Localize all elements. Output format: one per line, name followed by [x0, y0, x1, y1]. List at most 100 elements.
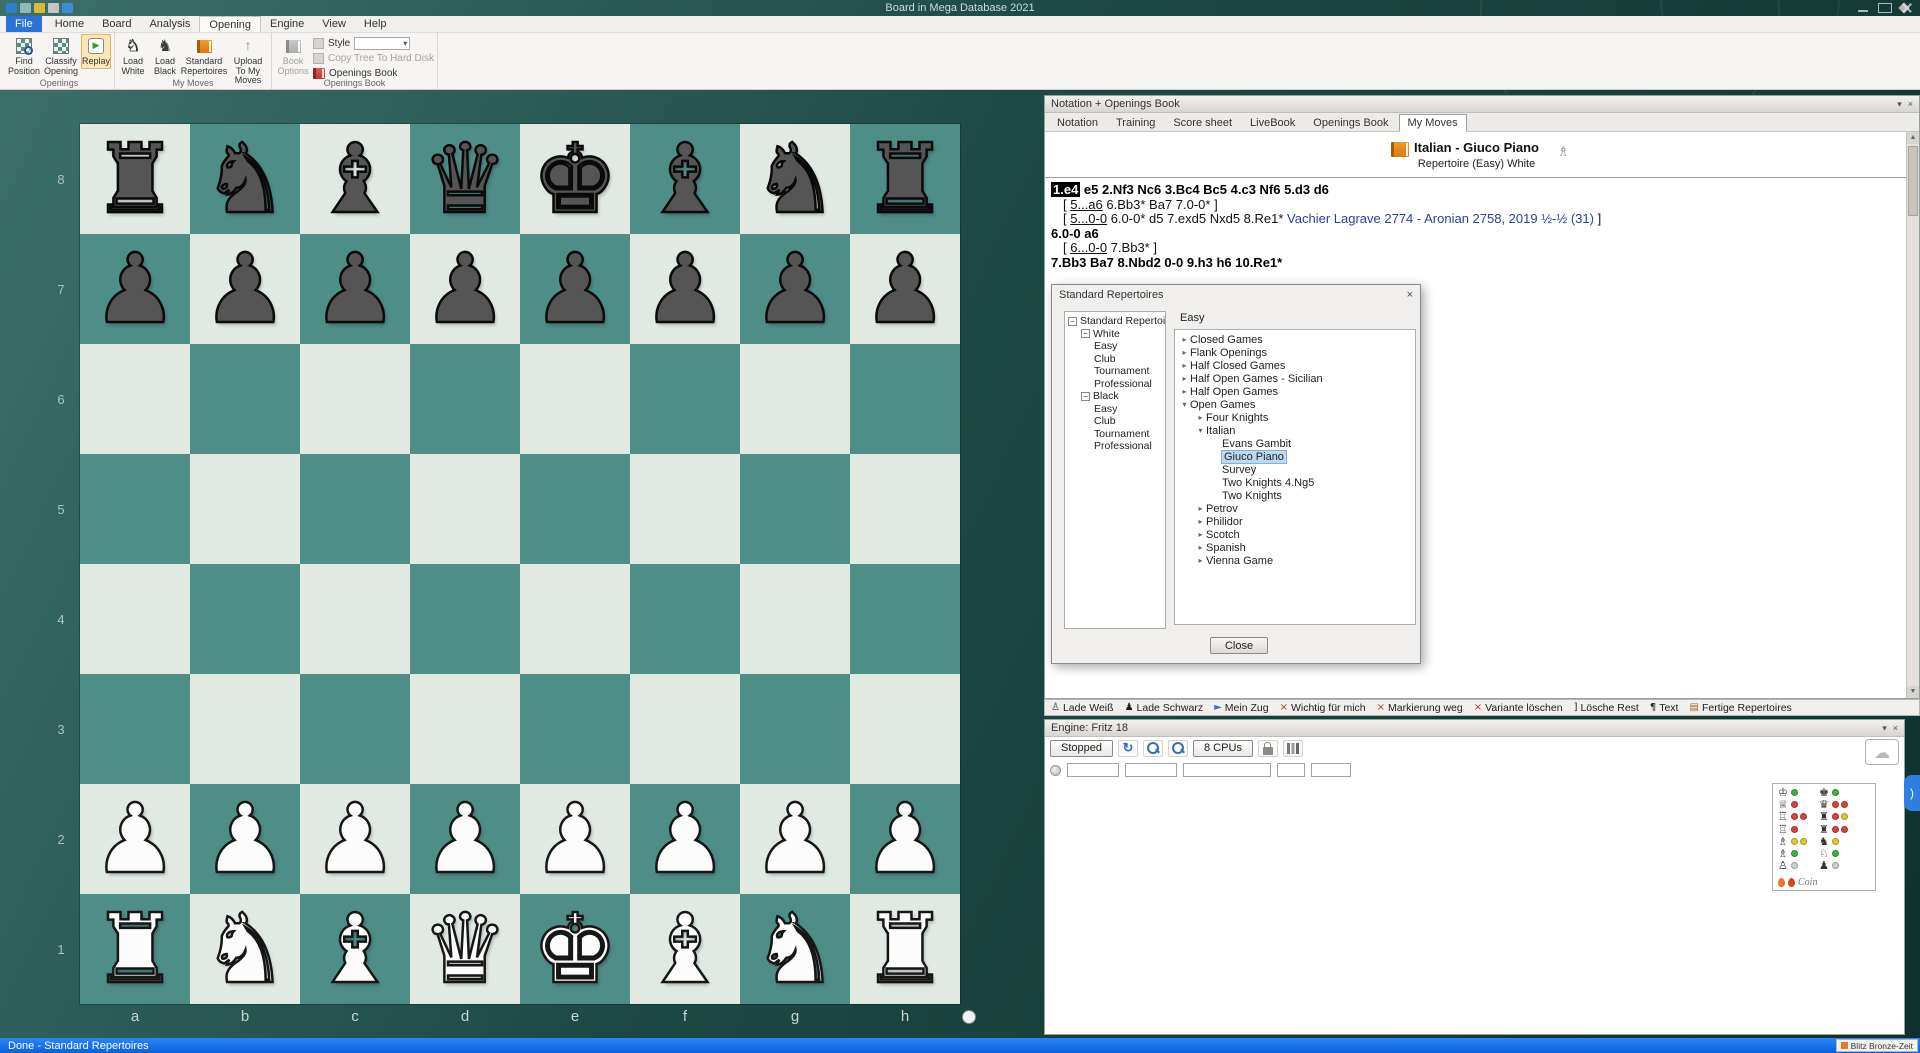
square-c5[interactable] — [300, 454, 410, 564]
square-h2[interactable]: ♟ — [850, 784, 960, 894]
square-f2[interactable]: ♟ — [630, 784, 740, 894]
lock-button[interactable] — [1258, 740, 1278, 757]
scrollbar-thumb[interactable] — [1908, 146, 1918, 216]
tree-arrow-icon[interactable]: ▸ — [1179, 348, 1190, 357]
square-b4[interactable] — [190, 564, 300, 674]
engine-input-3[interactable] — [1183, 763, 1271, 777]
notation-segment[interactable]: 5...a6 — [1070, 197, 1103, 212]
cloud-button[interactable]: ☁ — [1865, 739, 1899, 765]
black-pawn[interactable]: ♟ — [92, 239, 178, 339]
left-tree-item[interactable]: −Black — [1065, 390, 1165, 403]
square-a2[interactable]: ♟ — [80, 784, 190, 894]
style-select[interactable]: ▾ — [354, 37, 410, 50]
database-shortcut-icon[interactable] — [34, 3, 45, 13]
square-c7[interactable]: ♟ — [300, 234, 410, 344]
engine-input-5[interactable] — [1311, 763, 1351, 777]
repertoire-tool-wichtig-f-r-mich[interactable]: ×Wichtig für mich — [1280, 702, 1366, 714]
zoom-in-button[interactable] — [1143, 740, 1163, 757]
black-pawn[interactable]: ♟ — [862, 239, 948, 339]
black-knight[interactable]: ♞ — [202, 129, 288, 229]
square-b8[interactable]: ♞ — [190, 124, 300, 234]
square-d5[interactable] — [410, 454, 520, 564]
left-tree-item[interactable]: −Standard Repertoires — [1065, 315, 1165, 328]
minimize-icon[interactable] — [1856, 3, 1870, 13]
tree-arrow-icon[interactable]: ▸ — [1179, 335, 1190, 344]
right-tree-item[interactable]: Giuco Piano — [1175, 450, 1415, 463]
notation-segment[interactable]: 6.Bb3* Ba7 7.0-0* ] — [1103, 197, 1218, 212]
engine-input-4[interactable] — [1277, 763, 1305, 777]
repertoire-tool-l-sche-rest[interactable]: ]Lösche Rest — [1574, 702, 1639, 714]
square-g7[interactable]: ♟ — [740, 234, 850, 344]
square-e8[interactable]: ♚ — [520, 124, 630, 234]
square-g4[interactable] — [740, 564, 850, 674]
zoom-out-button[interactable] — [1168, 740, 1188, 757]
square-f8[interactable]: ♝ — [630, 124, 740, 234]
right-tree-item[interactable]: ▸Scotch — [1175, 528, 1415, 541]
white-pawn[interactable]: ♟ — [752, 789, 838, 889]
right-tree-item[interactable]: ▸Closed Games — [1175, 333, 1415, 346]
left-tree-item[interactable]: Professional — [1065, 440, 1165, 453]
right-tree-item[interactable]: ▸Half Open Games - Sicilian — [1175, 372, 1415, 385]
engine-input-2[interactable] — [1125, 763, 1177, 777]
engine-close-icon[interactable]: × — [1893, 723, 1898, 734]
print-shortcut-icon[interactable] — [62, 3, 73, 13]
panel-close-icon[interactable]: × — [1908, 99, 1913, 110]
engine-collapse-icon[interactable]: ▾ — [1882, 723, 1887, 734]
square-e5[interactable] — [520, 454, 630, 564]
square-c2[interactable]: ♟ — [300, 784, 410, 894]
notation-segment[interactable]: ] — [1594, 211, 1601, 226]
right-tree-item[interactable]: Two Knights — [1175, 489, 1415, 502]
refresh-button[interactable]: ↻ — [1118, 740, 1138, 757]
find-position-button[interactable]: Find Position — [7, 34, 41, 78]
stats-button[interactable] — [1283, 740, 1303, 757]
black-bishop[interactable]: ♝ — [312, 129, 398, 229]
load-black-button[interactable]: ♞ Load Black — [150, 34, 180, 78]
left-tree-item[interactable]: Professional — [1065, 378, 1165, 391]
square-c8[interactable]: ♝ — [300, 124, 410, 234]
square-g5[interactable] — [740, 454, 850, 564]
square-f3[interactable] — [630, 674, 740, 784]
repertoire-tool-text[interactable]: ¶Text — [1650, 702, 1679, 714]
square-f4[interactable] — [630, 564, 740, 674]
square-d7[interactable]: ♟ — [410, 234, 520, 344]
square-d1[interactable]: ♛ — [410, 894, 520, 1004]
repertoire-tool-lade-schwarz[interactable]: ♟Lade Schwarz — [1125, 702, 1204, 714]
square-f6[interactable] — [630, 344, 740, 454]
tree-arrow-icon[interactable]: ▸ — [1195, 530, 1206, 539]
square-e3[interactable] — [520, 674, 630, 784]
square-c4[interactable] — [300, 564, 410, 674]
tree-collapse-icon[interactable]: − — [1081, 392, 1090, 401]
menu-tab-opening[interactable]: Opening — [199, 16, 261, 32]
repertoire-tool-variante-l-schen[interactable]: ×Variante löschen — [1474, 702, 1563, 714]
stopped-button[interactable]: Stopped — [1050, 740, 1113, 757]
white-bishop[interactable]: ♝ — [312, 899, 398, 999]
white-rook[interactable]: ♜ — [92, 899, 178, 999]
white-pawn[interactable]: ♟ — [642, 789, 728, 889]
white-pawn[interactable]: ♟ — [202, 789, 288, 889]
load-white-button[interactable]: ♞ Load White — [118, 34, 148, 78]
black-pawn[interactable]: ♟ — [202, 239, 288, 339]
tree-arrow-icon[interactable]: ▸ — [1179, 374, 1190, 383]
board-shortcut-icon[interactable] — [20, 3, 31, 13]
save-shortcut-icon[interactable] — [48, 3, 59, 13]
right-tree-item[interactable]: Two Knights 4.Ng5 — [1175, 476, 1415, 489]
menu-tab-home[interactable]: Home — [46, 16, 93, 32]
white-pawn[interactable]: ♟ — [312, 789, 398, 889]
square-h1[interactable]: ♜ — [850, 894, 960, 1004]
dialog-title-bar[interactable]: Standard Repertoires × — [1052, 285, 1420, 305]
square-h8[interactable]: ♜ — [850, 124, 960, 234]
white-pawn[interactable]: ♟ — [422, 789, 508, 889]
square-h5[interactable] — [850, 454, 960, 564]
left-tree-item[interactable]: Easy — [1065, 340, 1165, 353]
square-a8[interactable]: ♜ — [80, 124, 190, 234]
left-tree-item[interactable]: Tournament — [1065, 365, 1165, 378]
square-a1[interactable]: ♜ — [80, 894, 190, 1004]
taskbar-item[interactable]: Blitz Bronze-Zeit — [1836, 1039, 1918, 1052]
square-g6[interactable] — [740, 344, 850, 454]
black-rook[interactable]: ♜ — [92, 129, 178, 229]
tree-arrow-icon[interactable]: ▸ — [1195, 413, 1206, 422]
tab-openings-book[interactable]: Openings Book — [1305, 115, 1396, 131]
square-e2[interactable]: ♟ — [520, 784, 630, 894]
tree-arrow-icon[interactable]: ▸ — [1195, 504, 1206, 513]
right-tree-item[interactable]: ▸Petrov — [1175, 502, 1415, 515]
